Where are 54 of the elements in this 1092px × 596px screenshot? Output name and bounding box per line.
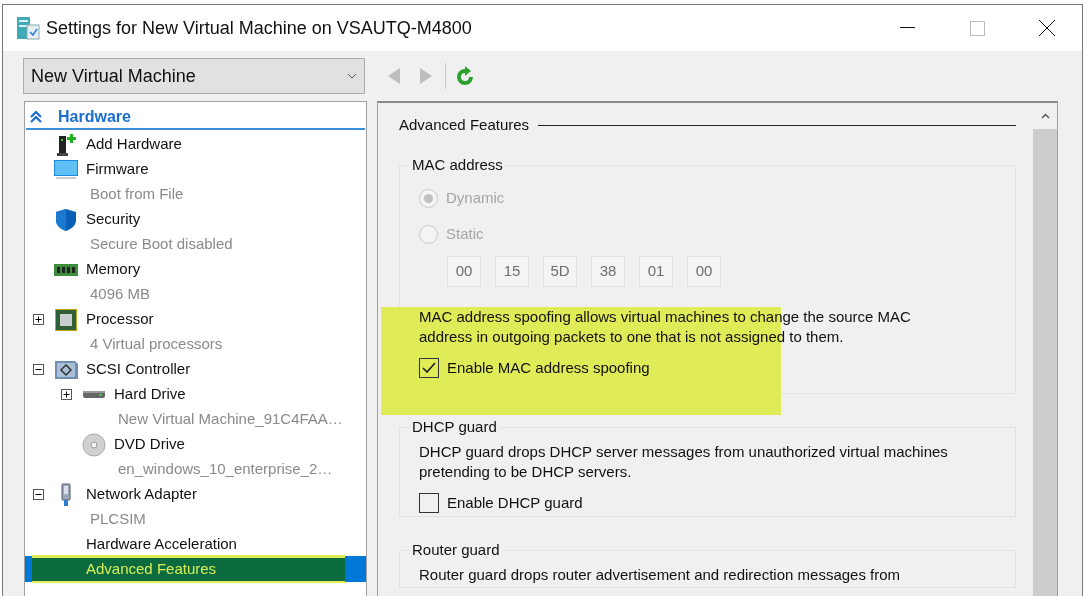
double-chevron-icon[interactable] [30, 110, 42, 123]
mac-octet-field[interactable]: 01 [639, 256, 673, 287]
shield-icon [53, 207, 79, 232]
chip-icon [53, 307, 79, 332]
collapse-icon[interactable] [33, 364, 44, 375]
collapse-icon[interactable] [33, 489, 44, 500]
tree-item[interactable]: Add Hardware [86, 133, 182, 156]
description: DHCP guard drops DHCP server messages from unauthorized virtual machines pretending to be DHCP servers. [419, 442, 949, 482]
window-title: Settings for New Virtual Machine on VSAUTQ-M4800 [46, 16, 472, 40]
item-detail: New Virtual Machine_91C4FAA… [118, 409, 343, 430]
radio-label: Static [446, 223, 484, 244]
refresh-icon[interactable] [455, 65, 475, 87]
mac-octet-field[interactable]: 15 [495, 256, 529, 287]
mac-octet-field[interactable]: 38 [591, 256, 625, 287]
section-header[interactable]: Hardware [58, 104, 131, 129]
maximize-icon [969, 20, 985, 36]
tree-item[interactable]: Firmware [86, 158, 149, 181]
checkbox-label: Enable DHCP guard [447, 492, 583, 513]
tree-item[interactable]: Hardware Acceleration [86, 533, 237, 556]
item-detail: 4 Virtual processors [90, 334, 223, 355]
item-detail: en_windows_10_enterprise_2… [118, 459, 333, 480]
checkbox[interactable] [419, 358, 439, 378]
mac-octet-field[interactable]: 5D [543, 256, 577, 287]
checkbox-label: Enable MAC address spoofing [447, 357, 650, 378]
chevron-down-icon [347, 73, 357, 79]
radio-label: Dynamic [446, 187, 505, 208]
settings-app-icon [15, 15, 41, 41]
tree-item[interactable]: Network Adapter [86, 483, 197, 506]
minimize-icon [899, 27, 915, 29]
checkmark-icon [422, 362, 436, 374]
tree-item[interactable]: Advanced Features [86, 558, 217, 581]
item-detail: 4096 MB [90, 284, 151, 305]
item-detail: Secure Boot disabled [90, 234, 233, 255]
tree-item[interactable]: Hard Drive [114, 383, 186, 406]
drive-icon [83, 391, 105, 398]
tree-item[interactable]: Security [86, 208, 141, 231]
scroll-up-icon[interactable] [1040, 113, 1050, 119]
tree-item[interactable]: Memory [86, 258, 141, 281]
expand-icon[interactable] [33, 314, 44, 325]
tree-item[interactable]: DVD Drive [114, 433, 185, 456]
tree-item[interactable]: Processor [86, 308, 154, 331]
mac-octet-field[interactable]: 00 [687, 256, 721, 287]
close-icon [1039, 20, 1055, 36]
monitor-icon [53, 157, 79, 182]
mac-octet-field[interactable]: 00 [447, 256, 481, 287]
item-detail: PLCSIM [90, 509, 146, 530]
item-detail: Boot from File [90, 184, 184, 205]
vm-selector[interactable]: New Virtual Machine [23, 58, 365, 94]
checkbox[interactable] [419, 493, 439, 513]
panel-title: Advanced Features [399, 114, 530, 135]
tree-item[interactable]: SCSI Controller [86, 358, 191, 381]
description: Router guard drops router advertisement and redirection messages from [419, 565, 902, 585]
expand-icon[interactable] [61, 389, 72, 400]
disc-icon [81, 432, 107, 457]
